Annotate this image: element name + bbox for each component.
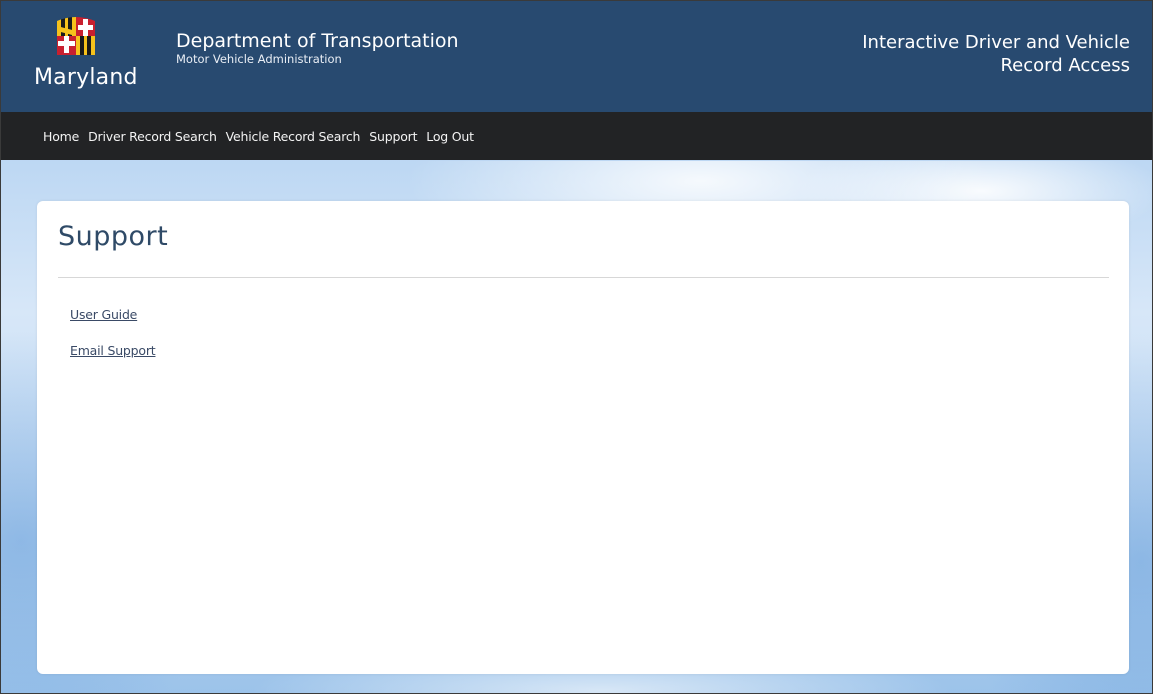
main-navigation: Home Driver Record Search Vehicle Record… (1, 112, 1152, 160)
nav-support[interactable]: Support (369, 129, 417, 144)
nav-driver-record-search[interactable]: Driver Record Search (88, 129, 217, 144)
application-title: Interactive Driver and Vehicle Record Ac… (770, 31, 1130, 77)
nav-log-out[interactable]: Log Out (426, 129, 474, 144)
app-title-line-1: Interactive Driver and Vehicle (862, 32, 1130, 53)
user-guide-link[interactable]: User Guide (70, 307, 155, 323)
administration-subtitle: Motor Vehicle Administration (176, 52, 342, 66)
logo-wordmark: Maryland (34, 65, 138, 90)
department-title: Department of Transportation (176, 30, 459, 52)
title-divider (58, 277, 1109, 278)
department-block: Department of Transportation Motor Vehic… (176, 30, 459, 66)
page-frame: Maryland Department of Transportation Mo… (0, 0, 1153, 694)
nav-list: Home Driver Record Search Vehicle Record… (43, 112, 483, 160)
nav-home[interactable]: Home (43, 129, 79, 144)
maryland-logo[interactable]: Maryland (27, 13, 157, 103)
maryland-flag-icon (57, 17, 95, 55)
page-title: Support (58, 221, 169, 252)
support-card: Support User Guide Email Support (37, 201, 1129, 674)
nav-vehicle-record-search[interactable]: Vehicle Record Search (226, 129, 361, 144)
email-support-link[interactable]: Email Support (70, 343, 156, 359)
support-links: User Guide Email Support (70, 307, 156, 379)
app-title-line-2: Record Access (1000, 55, 1130, 76)
site-header: Maryland Department of Transportation Mo… (1, 1, 1152, 112)
